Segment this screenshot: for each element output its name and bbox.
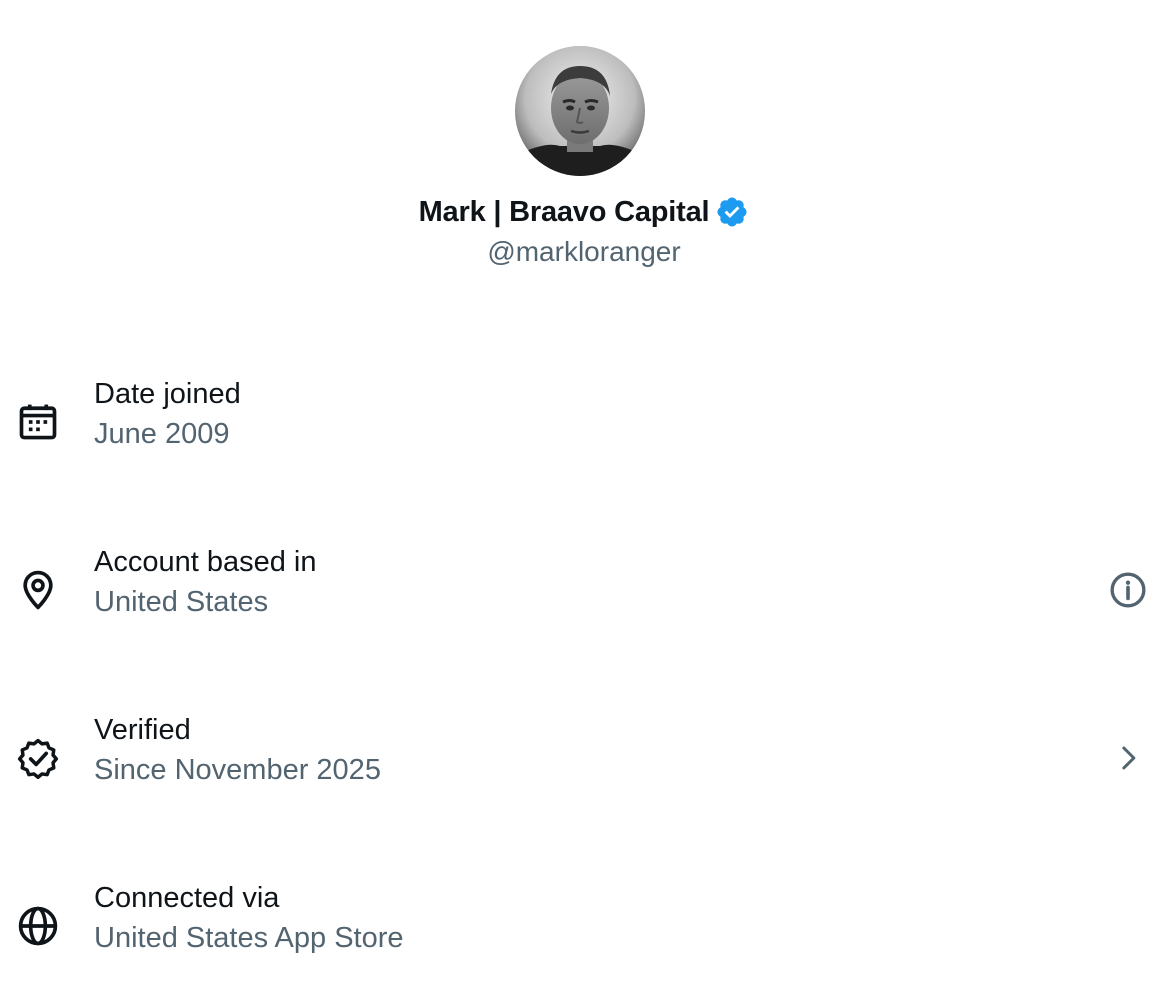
detail-row-verified[interactable]: Verified Since November 2025 <box>0 714 1168 804</box>
detail-row-date-joined: Date joined June 2009 <box>0 378 1168 468</box>
verified-check-icon <box>16 736 60 780</box>
name-row: Mark | Braavo Capital <box>0 192 1168 232</box>
verified-badge-icon[interactable] <box>715 195 749 229</box>
detail-row-account-based-in: Account based in United States <box>0 546 1168 636</box>
location-pin-icon <box>16 568 60 612</box>
display-name: Mark | Braavo Capital <box>418 195 710 228</box>
detail-label: Connected via <box>94 882 280 914</box>
detail-label: Account based in <box>94 546 317 578</box>
globe-icon <box>16 904 60 948</box>
detail-value: June 2009 <box>94 418 230 450</box>
detail-label: Date joined <box>94 378 241 410</box>
detail-value: United States <box>94 586 269 618</box>
avatar-photo <box>515 46 645 176</box>
avatar[interactable] <box>515 46 645 176</box>
profile-handle: @markloranger <box>487 236 681 267</box>
detail-value: United States App Store <box>94 922 404 954</box>
detail-label: Verified <box>94 714 191 746</box>
detail-value: Since November 2025 <box>94 754 381 786</box>
chevron-right-icon[interactable] <box>1108 738 1148 778</box>
profile-header: Mark | Braavo Capital @markloranger <box>0 0 1168 290</box>
calendar-icon <box>16 400 60 444</box>
info-icon[interactable] <box>1108 570 1148 610</box>
detail-row-connected-via: Connected via United States App Store <box>0 882 1168 972</box>
